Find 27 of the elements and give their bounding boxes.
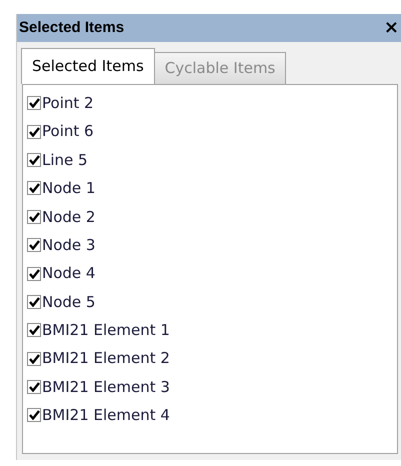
item-label: Node 1 <box>42 178 96 200</box>
close-button[interactable]: × <box>384 19 399 37</box>
item-label: Node 3 <box>42 234 96 256</box>
item-label: BMI21 Element 3 <box>42 376 170 398</box>
item-label: Node 5 <box>42 292 96 313</box>
checkbox[interactable] <box>27 238 41 252</box>
checkbox[interactable] <box>27 408 41 422</box>
checkbox[interactable] <box>27 352 41 366</box>
checkbox[interactable] <box>27 294 41 309</box>
item-label: BMI21 Element 1 <box>42 320 170 342</box>
checkbox[interactable] <box>27 124 41 139</box>
checkbox[interactable] <box>27 181 41 196</box>
item-label: Node 4 <box>42 263 96 284</box>
item-label: Point 2 <box>42 92 94 114</box>
checkbox[interactable] <box>27 380 41 394</box>
tab[interactable]: Selected Items <box>21 48 155 84</box>
item-label: Node 2 <box>42 206 96 228</box>
item-label: BMI21 Element 4 <box>42 405 170 426</box>
item-label: BMI21 Element 2 <box>42 348 170 370</box>
checkbox[interactable] <box>27 210 41 224</box>
checkbox[interactable] <box>27 96 41 110</box>
checkbox[interactable] <box>27 323 41 338</box>
item-label: Line 5 <box>42 150 88 171</box>
checkbox[interactable] <box>27 152 41 167</box>
panel-title: Selected Items <box>19 18 124 38</box>
item-label: Point 6 <box>42 121 94 142</box>
checkbox[interactable] <box>27 266 41 281</box>
